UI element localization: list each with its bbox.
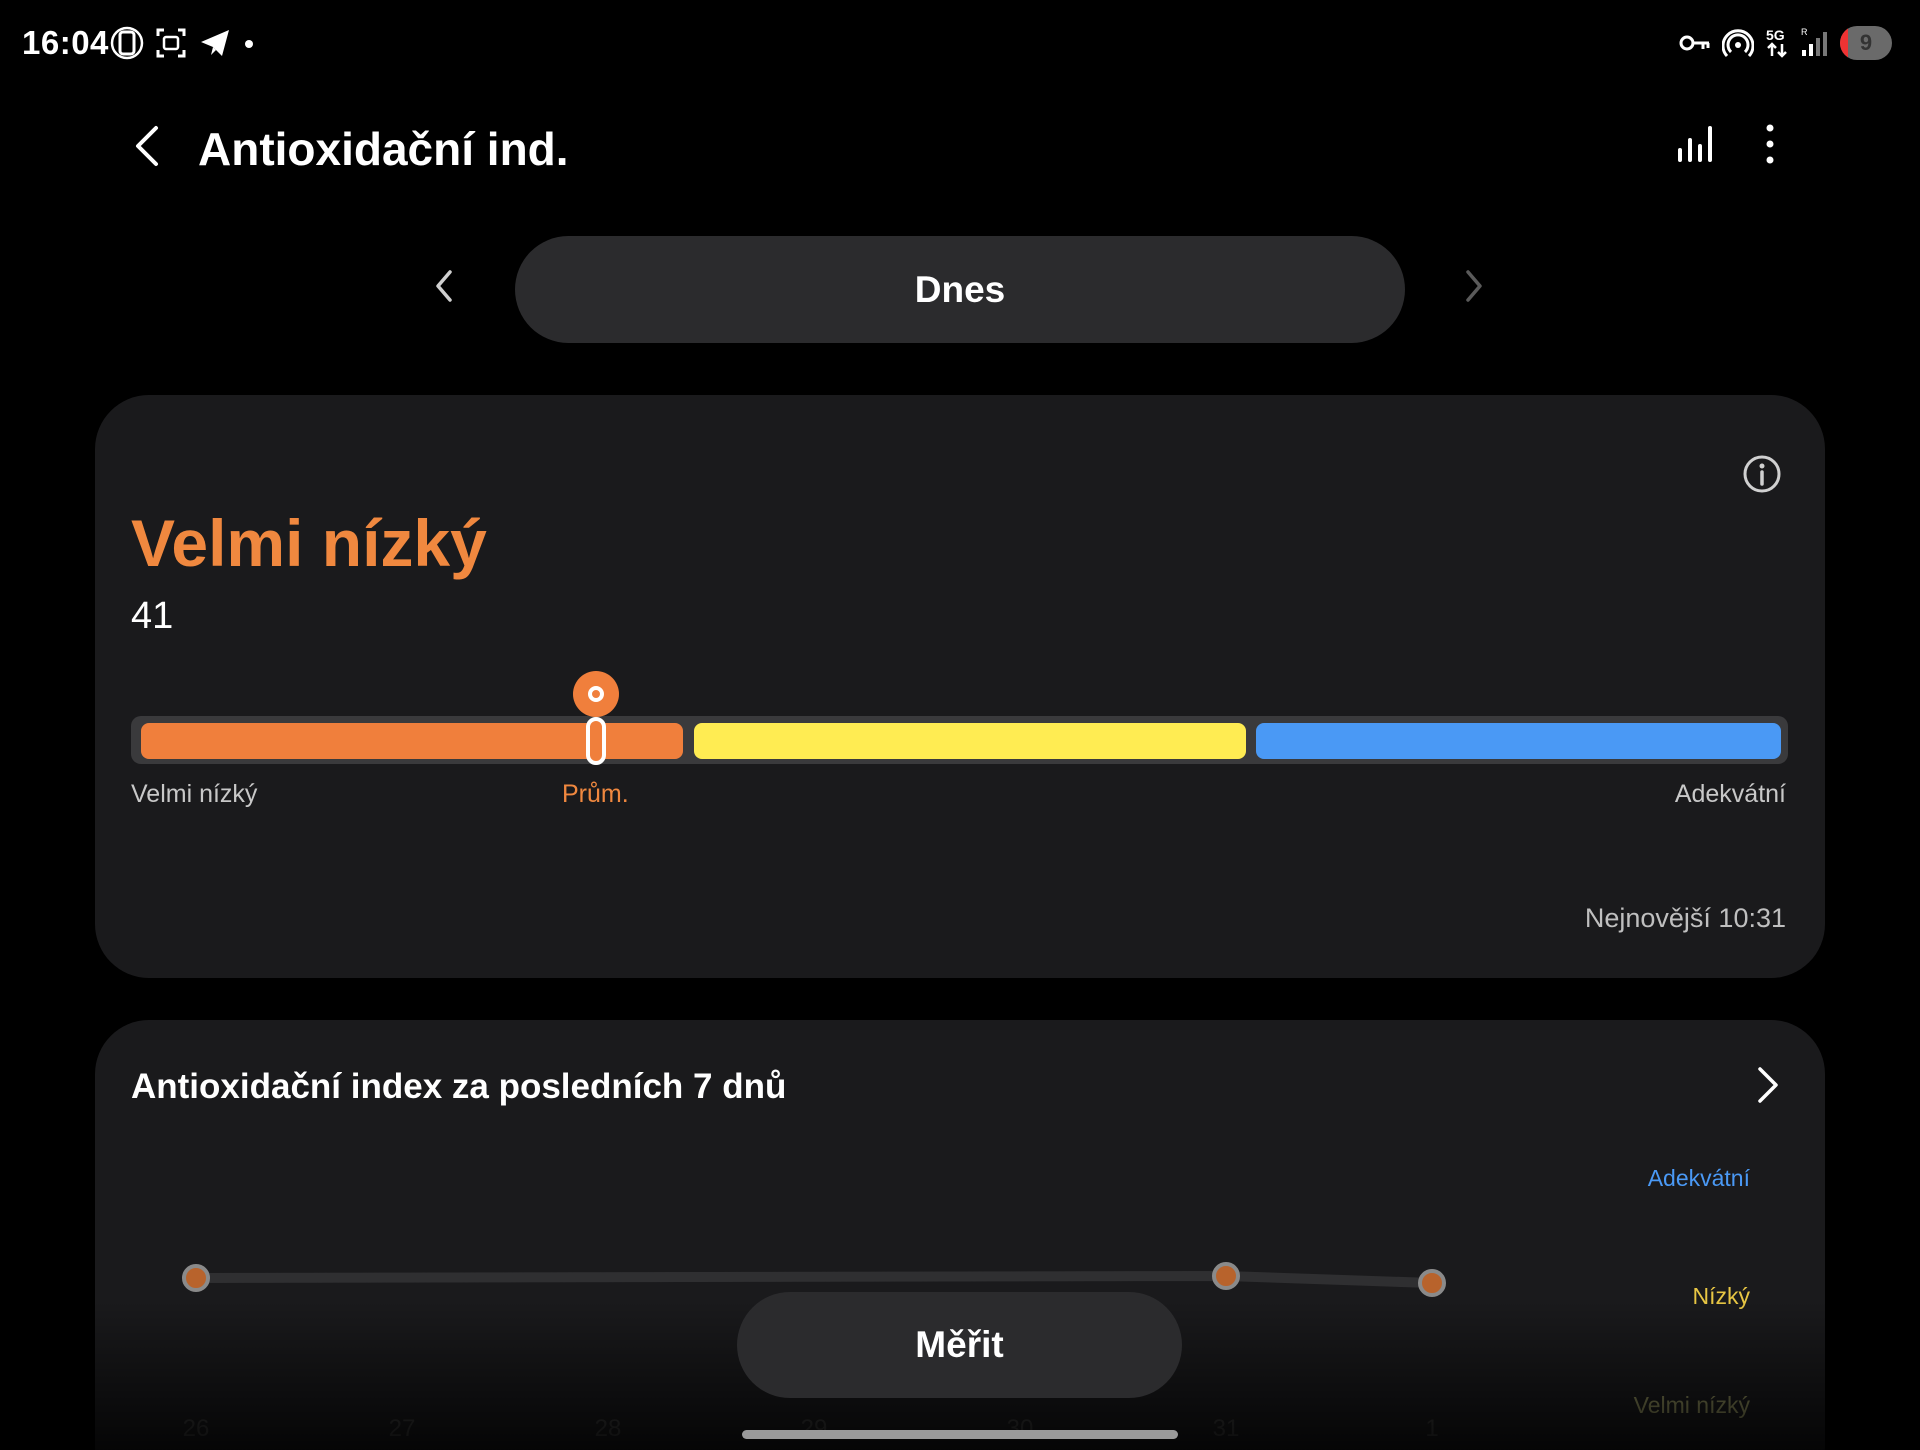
band-label-low: Velmi nízký xyxy=(1633,1392,1750,1418)
data-point[interactable] xyxy=(1212,1262,1240,1290)
x-tick-label: 28 xyxy=(595,1415,622,1442)
telegram-icon xyxy=(201,30,229,56)
next-day-button[interactable] xyxy=(1458,266,1488,306)
date-selector[interactable]: Dnes xyxy=(515,236,1405,343)
status-time: 16:04 xyxy=(22,24,109,61)
chevron-right-icon[interactable] xyxy=(1752,1063,1782,1107)
info-icon[interactable] xyxy=(1742,454,1782,494)
status-left-icons xyxy=(110,26,256,60)
index-value: 41 xyxy=(131,595,174,637)
back-button[interactable] xyxy=(128,120,168,172)
screenshot-icon xyxy=(156,28,186,58)
band-label-mid: Nízký xyxy=(1692,1283,1751,1309)
bar-chart-icon[interactable] xyxy=(1676,124,1716,164)
status-card xyxy=(95,395,1825,978)
latest-measurement-time: Nejnovější 10:31 xyxy=(1584,903,1786,933)
x-tick-label: 27 xyxy=(389,1415,416,1442)
more-options-icon[interactable] xyxy=(1760,122,1780,166)
x-tick-label: 26 xyxy=(183,1415,210,1442)
hotspot-icon xyxy=(1722,29,1754,58)
data-point[interactable] xyxy=(182,1264,210,1292)
level-label: Velmi nízký xyxy=(131,506,487,580)
5g-icon: 5G xyxy=(1766,27,1787,58)
data-point[interactable] xyxy=(1418,1269,1446,1297)
vibrate-icon xyxy=(110,26,144,60)
dot-icon xyxy=(245,40,253,48)
measure-button[interactable]: Měřit xyxy=(737,1292,1182,1398)
gauge-segment-mid xyxy=(694,723,1246,759)
battery-level: 9 xyxy=(1859,30,1873,55)
weekly-card-title: Antioxidační index za posledních 7 dnů xyxy=(131,1067,787,1106)
previous-day-button[interactable] xyxy=(430,266,460,306)
home-indicator[interactable] xyxy=(742,1430,1178,1439)
gauge-handle xyxy=(586,717,606,765)
page-title: Antioxidační ind. xyxy=(198,123,569,175)
vpn-key-icon xyxy=(1679,35,1710,51)
gauge-segment-high xyxy=(1256,723,1781,759)
scale-label-mid: Prům. xyxy=(562,780,629,808)
battery-indicator: 9 xyxy=(1840,26,1892,60)
status-right-icons: 5G R 9 xyxy=(1678,26,1892,60)
x-tick-label: 1 xyxy=(1425,1415,1438,1442)
svg-text:5G: 5G xyxy=(1766,27,1785,43)
screen: 16:04 5G R 9 Antioxidační ind. Dnes Velm… xyxy=(0,0,1920,1450)
signal-icon: R xyxy=(1801,27,1827,56)
band-label-high: Adekvátní xyxy=(1647,1165,1750,1191)
scale-label-low: Velmi nízký xyxy=(131,780,258,808)
series-line xyxy=(191,1270,1437,1288)
gauge-marker-icon xyxy=(573,671,619,717)
svg-text:R: R xyxy=(1801,27,1808,37)
x-tick-label: 31 xyxy=(1213,1415,1240,1442)
scale-label-high: Adekvátní xyxy=(1674,780,1786,808)
